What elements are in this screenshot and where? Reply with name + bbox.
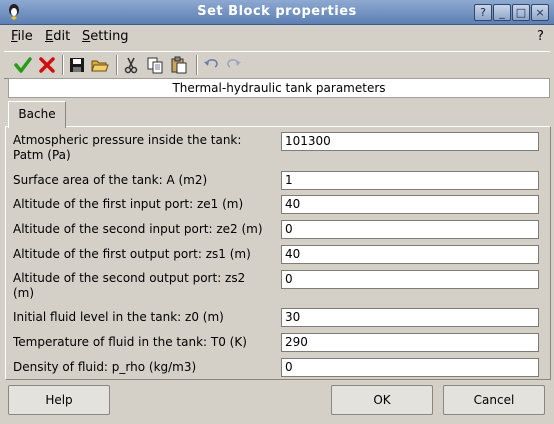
menu-edit[interactable]: Edit — [45, 29, 70, 44]
cut-icon[interactable] — [122, 56, 140, 74]
param-label-rho: Density of fluid: p_rho (kg/m3) — [13, 360, 196, 375]
paste-icon[interactable] — [170, 56, 188, 74]
rho-input[interactable]: 0 — [281, 358, 539, 377]
toolbar-separator — [62, 55, 64, 75]
save-icon[interactable] — [68, 56, 86, 74]
close-button[interactable]: × — [531, 4, 549, 21]
param-label-line: Altitude of the second output port: zs2 — [13, 271, 246, 285]
tab-bache[interactable]: Bache — [8, 101, 66, 128]
cancel-button[interactable]: Cancel — [443, 385, 545, 415]
ze1-input[interactable]: 40 — [281, 195, 539, 214]
param-label-line: Altitude of the first input port: ze1 (m… — [13, 197, 244, 211]
param-label-line: (m) — [13, 286, 35, 300]
zs2-input[interactable]: 0 — [281, 270, 539, 289]
toolbar — [4, 51, 550, 79]
redo-icon[interactable] — [225, 56, 243, 74]
help-window-button[interactable]: ? — [474, 4, 492, 21]
z0-input[interactable]: 30 — [281, 308, 539, 327]
menu-help[interactable]: ? — [537, 29, 544, 44]
param-label-zs2: Altitude of the second output port: zs2 … — [13, 271, 245, 301]
menu-file[interactable]: File — [11, 29, 33, 44]
area-input[interactable]: 1 — [281, 171, 539, 190]
t0-input[interactable]: 290 — [281, 333, 539, 352]
param-label-line: Initial fluid level in the tank: z0 (m) — [13, 310, 224, 324]
param-label-line: Temperature of fluid in the tank: T0 (K) — [13, 335, 247, 349]
zs1-input[interactable]: 40 — [281, 245, 539, 264]
copy-icon[interactable] — [146, 56, 164, 74]
toolbar-separator — [196, 55, 198, 75]
window-title: Set Block properties — [197, 4, 357, 19]
panel-header: Thermal-hydraulic tank parameters — [8, 78, 550, 98]
param-label-line: Atmospheric pressure inside the tank: — [13, 133, 242, 147]
patm-input[interactable]: 101300 — [281, 132, 539, 151]
minimize-button[interactable]: _ — [493, 4, 511, 21]
cancel-x-icon[interactable] — [38, 56, 56, 74]
param-label-t0: Temperature of fluid in the tank: T0 (K) — [13, 335, 247, 350]
param-label-ze2: Altitude of the second input port: ze2 (… — [13, 222, 263, 237]
param-label-line: Density of fluid: p_rho (kg/m3) — [13, 360, 197, 374]
toolbar-separator — [116, 55, 118, 75]
param-label-zs1: Altitude of the first output port: zs1 (… — [13, 247, 251, 262]
menu-bar: File Edit Setting ? — [0, 25, 554, 49]
maximize-button[interactable]: □ — [512, 4, 530, 21]
param-label-line: Altitude of the second input port: ze2 (… — [13, 222, 263, 236]
param-label-z0: Initial fluid level in the tank: z0 (m) — [13, 310, 224, 325]
menu-setting[interactable]: Setting — [82, 29, 129, 44]
undo-icon[interactable] — [202, 56, 220, 74]
param-label-line: Patm (Pa) — [13, 148, 71, 162]
param-label-line: Surface area of the tank: A (m2) — [13, 173, 208, 187]
param-label-line: Altitude of the first output port: zs1 (… — [13, 247, 251, 261]
ze2-input[interactable]: 0 — [281, 220, 539, 239]
open-folder-icon[interactable] — [91, 56, 109, 74]
ok-check-icon[interactable] — [14, 56, 32, 74]
title-bar[interactable]: Set Block properties ? _ □ × — [0, 0, 554, 25]
param-label-ze1: Altitude of the first input port: ze1 (m… — [13, 197, 243, 212]
param-label-patm: Atmospheric pressure inside the tank: Pa… — [13, 133, 241, 163]
param-label-area: Surface area of the tank: A (m2) — [13, 173, 207, 188]
ok-button[interactable]: OK — [331, 385, 433, 415]
help-button[interactable]: Help — [8, 385, 110, 415]
